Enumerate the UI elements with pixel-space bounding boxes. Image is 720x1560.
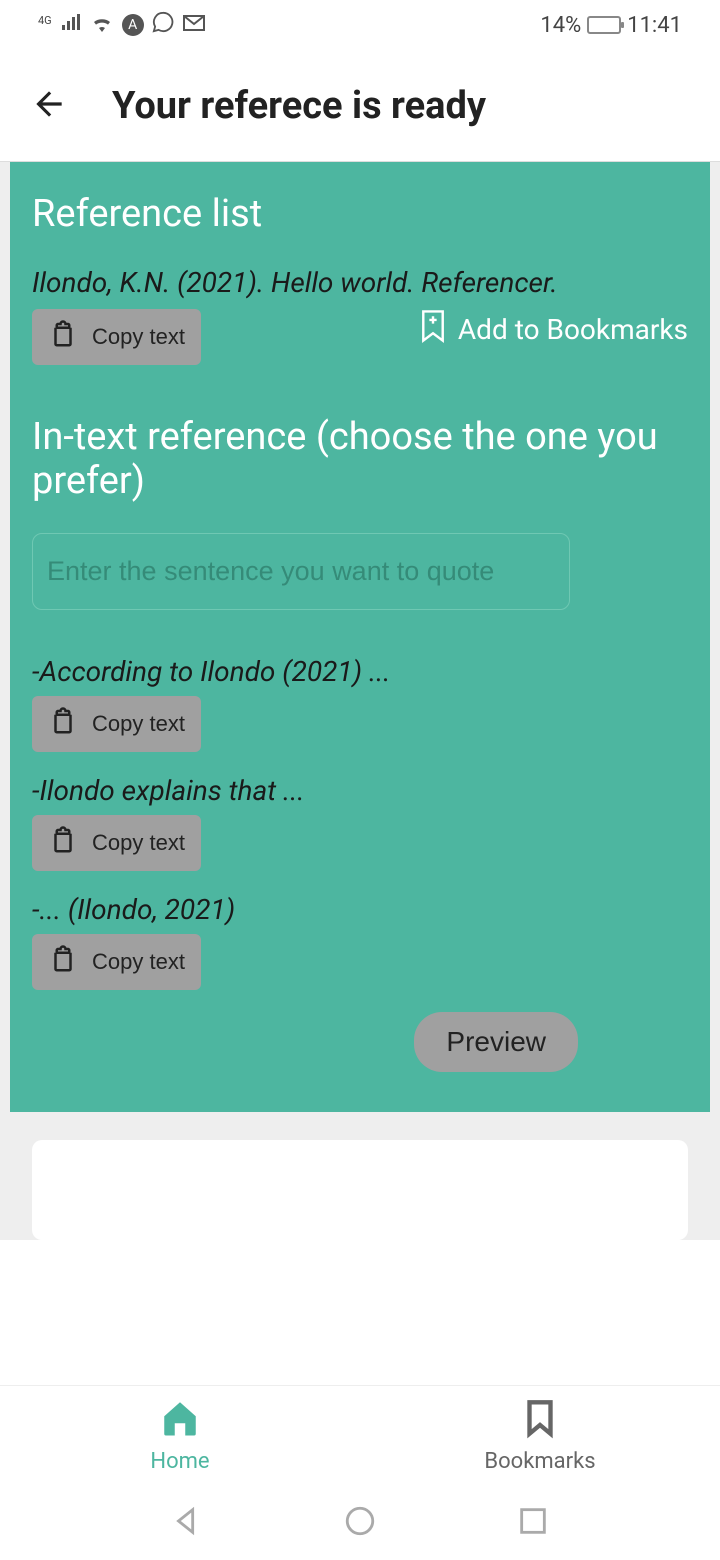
- copy-intext-button[interactable]: Copy text: [32, 934, 201, 990]
- clipboard-icon: [48, 319, 78, 355]
- clipboard-icon: [48, 944, 78, 980]
- nav-label: Home: [150, 1449, 209, 1474]
- system-nav-bar: [0, 1485, 720, 1560]
- reference-list-title: Reference list: [32, 192, 688, 236]
- clipboard-icon: [48, 706, 78, 742]
- content-area: Reference list Ilondo, K.N. (2021). Hell…: [0, 162, 720, 1240]
- sys-recent-icon[interactable]: [516, 1504, 550, 1542]
- bottom-nav: Home Bookmarks: [0, 1385, 720, 1485]
- intext-option: -Ilondo explains that ... Copy text: [32, 774, 688, 871]
- intext-option: -... (Ilondo, 2021) Copy text: [32, 893, 688, 990]
- nav-bookmarks[interactable]: Bookmarks: [360, 1386, 720, 1485]
- status-left: 4G A: [38, 11, 206, 39]
- app-bar: Your referece is ready: [0, 50, 720, 162]
- copy-intext-button[interactable]: Copy text: [32, 696, 201, 752]
- quote-input[interactable]: [32, 533, 570, 610]
- copy-intext-button[interactable]: Copy text: [32, 815, 201, 871]
- back-button[interactable]: [30, 85, 68, 127]
- intext-text: -Ilondo explains that ...: [32, 774, 688, 807]
- battery-percent: 14%: [540, 13, 581, 38]
- intext-option: -According to Ilondo (2021) ... Copy tex…: [32, 655, 688, 752]
- bookmark-label: Add to Bookmarks: [458, 313, 688, 346]
- battery-icon: [587, 16, 621, 34]
- status-right: 14% 11:41: [540, 13, 682, 38]
- copy-label: Copy text: [92, 830, 185, 856]
- app-icon-1: A: [122, 14, 144, 36]
- sys-home-icon[interactable]: [343, 1504, 377, 1542]
- reference-entry: Ilondo, K.N. (2021). Hello world. Refere…: [32, 266, 688, 299]
- signal-icon: [60, 13, 82, 38]
- clipboard-icon: [48, 825, 78, 861]
- copy-label: Copy text: [92, 949, 185, 975]
- add-bookmark-button[interactable]: Add to Bookmarks: [418, 309, 688, 350]
- bookmark-add-icon: [418, 309, 448, 350]
- status-bar: 4G A 14% 11:41: [0, 0, 720, 50]
- nav-label: Bookmarks: [484, 1449, 595, 1474]
- intext-text: -... (Ilondo, 2021): [32, 893, 688, 926]
- empty-card: [32, 1140, 688, 1240]
- intext-title: In-text reference (choose the one you pr…: [32, 415, 688, 503]
- intext-text: -According to Ilondo (2021) ...: [32, 655, 688, 688]
- sys-back-icon[interactable]: [170, 1504, 204, 1542]
- page-title: Your referece is ready: [112, 84, 486, 128]
- clock: 11:41: [627, 13, 682, 38]
- copy-label: Copy text: [92, 324, 185, 350]
- whatsapp-icon: [152, 11, 174, 39]
- wifi-icon: [90, 13, 114, 38]
- nav-home[interactable]: Home: [0, 1386, 360, 1485]
- copy-label: Copy text: [92, 711, 185, 737]
- preview-button[interactable]: Preview: [414, 1012, 578, 1072]
- bookmark-icon: [519, 1397, 561, 1445]
- network-indicator: 4G: [38, 14, 52, 27]
- copy-reference-button[interactable]: Copy text: [32, 309, 201, 365]
- reference-card: Reference list Ilondo, K.N. (2021). Hell…: [10, 162, 710, 1112]
- home-icon: [159, 1397, 201, 1445]
- gmail-icon: [182, 13, 206, 38]
